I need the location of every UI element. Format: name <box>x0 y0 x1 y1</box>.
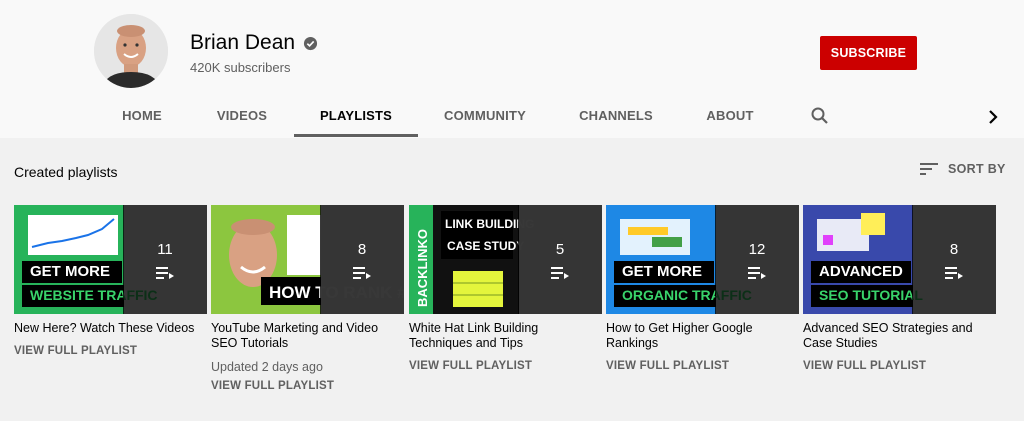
channel-name-text: Brian Dean <box>190 31 296 54</box>
thumbnail-text: SEO TUTORIAL <box>819 287 923 303</box>
playlist-thumbnail[interactable]: BACKLINKO LINK BUILDING CASE STUDY 5 <box>409 205 602 314</box>
tab-playlists[interactable]: PLAYLISTS <box>294 94 418 137</box>
view-full-playlist-link[interactable]: VIEW FULL PLAYLIST <box>803 360 996 372</box>
playlist-thumbnail[interactable]: ADVANCED SEO TUTORIAL 8 <box>803 205 996 314</box>
playlists-section: Created playlists SORT BY GET MORE WEBSI… <box>0 138 1024 421</box>
playlist-icon <box>353 267 371 279</box>
playlist-count-overlay: 11 <box>123 205 207 314</box>
playlist-title[interactable]: Advanced SEO Strategies and Case Studies <box>803 321 996 351</box>
playlist-icon <box>156 267 174 279</box>
playlist-updated-time: Updated 2 days ago <box>211 360 323 374</box>
sort-icon <box>920 163 938 175</box>
playlist-count-overlay: 5 <box>518 205 602 314</box>
channel-name: Brian Dean <box>190 31 318 55</box>
thumbnail-text: ADVANCED <box>819 263 903 280</box>
view-full-playlist-link[interactable]: VIEW FULL PLAYLIST <box>409 360 602 372</box>
video-count: 8 <box>357 241 367 258</box>
tab-videos[interactable]: VIDEOS <box>206 94 278 137</box>
tab-channels[interactable]: CHANNELS <box>566 94 666 137</box>
playlist-card[interactable]: GET MORE ORGANIC TRAFFIC 12 How to Get H… <box>606 205 799 372</box>
chevron-right-icon[interactable] <box>982 106 1004 128</box>
sort-by-button[interactable]: SORT BY <box>920 162 1006 176</box>
video-count: 12 <box>748 241 766 258</box>
thumbnail-text: GET MORE <box>30 263 111 280</box>
verified-check-icon <box>304 36 318 50</box>
tab-about[interactable]: ABOUT <box>696 94 764 137</box>
playlist-thumbnail[interactable]: GET MORE ORGANIC TRAFFIC 12 <box>606 205 799 314</box>
video-count: 8 <box>949 241 959 258</box>
search-icon[interactable] <box>806 104 834 128</box>
playlist-count-overlay: 12 <box>715 205 799 314</box>
thumbnail-text: BACKLINKO <box>415 229 430 307</box>
sort-by-label: SORT BY <box>948 162 1006 176</box>
playlist-count-overlay: 8 <box>320 205 404 314</box>
playlist-icon <box>748 267 766 279</box>
section-title: Created playlists <box>14 164 118 180</box>
channel-tabs: HOME VIDEOS PLAYLISTS COMMUNITY CHANNELS… <box>0 94 1024 138</box>
thumbnail-text: CASE STUDY <box>447 239 525 253</box>
playlist-thumbnail[interactable]: HOW TO RANK #1 8 <box>211 205 404 314</box>
playlist-title[interactable]: New Here? Watch These Videos <box>14 321 207 336</box>
playlist-icon <box>945 267 963 279</box>
active-tab-indicator <box>294 134 418 137</box>
video-count: 11 <box>157 241 173 258</box>
view-full-playlist-link[interactable]: VIEW FULL PLAYLIST <box>606 360 799 372</box>
view-full-playlist-link[interactable]: VIEW FULL PLAYLIST <box>14 345 207 357</box>
playlist-card[interactable]: GET MORE WEBSITE TRAFFIC 11 New Here? Wa… <box>14 205 207 357</box>
playlist-icon <box>551 267 569 279</box>
thumbnail-text: GET MORE <box>622 263 703 280</box>
playlist-card[interactable]: HOW TO RANK #1 8 YouTube Marketing and V… <box>211 205 404 392</box>
tab-home[interactable]: HOME <box>108 94 176 137</box>
subscriber-count: 420K subscribers <box>190 60 291 75</box>
channel-avatar[interactable] <box>94 14 168 88</box>
subscribe-button[interactable]: SUBSCRIBE <box>820 36 917 70</box>
channel-header: Brian Dean 420K subscribers SUBSCRIBE HO… <box>0 0 1024 138</box>
playlist-count-overlay: 8 <box>912 205 996 314</box>
playlist-card[interactable]: BACKLINKO LINK BUILDING CASE STUDY 5 Whi… <box>409 205 602 372</box>
playlist-title[interactable]: White Hat Link Building Techniques and T… <box>409 321 602 351</box>
view-full-playlist-link[interactable]: VIEW FULL PLAYLIST <box>211 380 404 392</box>
playlist-thumbnail[interactable]: GET MORE WEBSITE TRAFFIC 11 <box>14 205 207 314</box>
playlist-title[interactable]: YouTube Marketing and Video SEO Tutorial… <box>211 321 404 351</box>
video-count: 5 <box>555 241 565 258</box>
playlist-title[interactable]: How to Get Higher Google Rankings <box>606 321 799 351</box>
playlist-card[interactable]: ADVANCED SEO TUTORIAL 8 Advanced SEO Str… <box>803 205 996 372</box>
tab-community[interactable]: COMMUNITY <box>434 94 536 137</box>
